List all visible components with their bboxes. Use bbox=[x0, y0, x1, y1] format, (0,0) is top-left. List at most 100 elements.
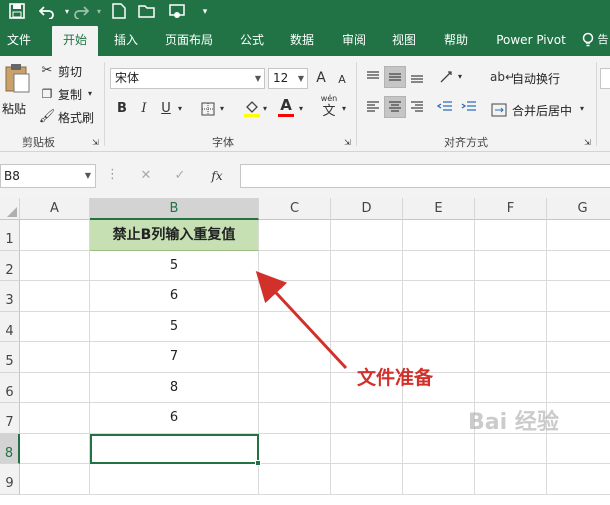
underline-button[interactable]: U bbox=[158, 100, 174, 118]
cell-c5[interactable] bbox=[259, 342, 331, 373]
font-color-button[interactable]: A bbox=[278, 96, 294, 114]
cell-f8[interactable] bbox=[475, 433, 547, 464]
cell-e1[interactable] bbox=[403, 220, 475, 251]
row-header-1[interactable]: 1 bbox=[0, 220, 20, 251]
align-center-button[interactable] bbox=[384, 96, 406, 118]
cell-c1[interactable] bbox=[259, 220, 331, 251]
column-header-c[interactable]: C bbox=[259, 198, 331, 220]
cell-c3[interactable] bbox=[259, 281, 331, 312]
cell-c4[interactable] bbox=[259, 311, 331, 342]
column-header-g[interactable]: G bbox=[547, 198, 610, 220]
enter-icon[interactable]: ✓ bbox=[172, 167, 188, 185]
phonetic-button[interactable]: wén 文 bbox=[318, 94, 340, 120]
tab-formulas[interactable]: 公式 bbox=[234, 24, 270, 56]
copy-dropdown-icon[interactable]: ▾ bbox=[88, 85, 92, 103]
align-left-button[interactable] bbox=[362, 96, 384, 118]
cell-g5[interactable] bbox=[547, 342, 610, 373]
cell-f6[interactable] bbox=[475, 372, 547, 403]
new-file-icon[interactable] bbox=[110, 3, 128, 21]
row-header-2[interactable]: 2 bbox=[0, 250, 20, 281]
name-box[interactable]: B8 ▼ bbox=[0, 164, 96, 188]
cell-g2[interactable] bbox=[547, 251, 610, 281]
paste-button[interactable]: 粘贴 bbox=[2, 62, 32, 122]
cell-f2[interactable] bbox=[475, 250, 547, 281]
redo-icon[interactable] bbox=[72, 3, 90, 21]
cell-a1[interactable] bbox=[20, 220, 90, 251]
align-middle-button[interactable] bbox=[384, 66, 406, 88]
fill-handle[interactable] bbox=[255, 460, 261, 466]
font-size-combo[interactable]: 12 ▼ bbox=[268, 68, 308, 89]
customize-icon[interactable]: ▾ bbox=[196, 3, 214, 21]
tab-data[interactable]: 数据 bbox=[284, 24, 320, 56]
cell-a3[interactable] bbox=[20, 281, 90, 312]
increase-indent-icon[interactable] bbox=[458, 96, 480, 118]
cell-d3[interactable] bbox=[331, 281, 403, 312]
tab-review[interactable]: 审阅 bbox=[336, 24, 372, 56]
cell-d8[interactable] bbox=[331, 433, 403, 464]
cell-g3[interactable] bbox=[547, 281, 610, 312]
cell-b8[interactable] bbox=[90, 433, 259, 464]
cell-b5[interactable]: 7 bbox=[90, 342, 259, 373]
orientation-dropdown-icon[interactable]: ▾ bbox=[458, 68, 462, 86]
borders-icon[interactable] bbox=[200, 100, 216, 122]
cell-a4[interactable] bbox=[20, 311, 90, 342]
formula-input[interactable] bbox=[240, 164, 610, 188]
cancel-icon[interactable]: ✕ bbox=[138, 167, 154, 185]
wrap-text-button[interactable]: ab↵ 自动换行 bbox=[490, 68, 570, 88]
tell-me-icon[interactable] bbox=[578, 24, 598, 56]
alignment-launcher-icon[interactable]: ⇲ bbox=[584, 134, 591, 152]
cell-e2[interactable] bbox=[403, 250, 475, 281]
cell-e3[interactable] bbox=[403, 281, 475, 312]
clipboard-launcher-icon[interactable]: ⇲ bbox=[92, 134, 99, 152]
borders-dropdown-icon[interactable]: ▾ bbox=[220, 100, 224, 118]
align-right-button[interactable] bbox=[406, 96, 428, 118]
row-header-8[interactable]: 8 bbox=[0, 433, 20, 464]
row-header-5[interactable]: 5 bbox=[0, 342, 20, 373]
merge-center-button[interactable]: 合并后居中 ▾ bbox=[490, 100, 594, 120]
row-header-3[interactable]: 3 bbox=[0, 281, 20, 312]
row-header-6[interactable]: 6 bbox=[0, 372, 20, 403]
bold-button[interactable]: B bbox=[114, 100, 130, 118]
grow-font-icon[interactable]: A bbox=[313, 69, 329, 87]
fill-color-icon[interactable] bbox=[242, 99, 262, 123]
tab-help[interactable]: 帮助 bbox=[438, 24, 474, 56]
cell-b1[interactable]: 禁止B列输入重复值 bbox=[90, 220, 259, 251]
shrink-font-icon[interactable]: A bbox=[334, 71, 350, 89]
row-header-4[interactable]: 4 bbox=[0, 311, 20, 342]
tab-page-layout[interactable]: 页面布局 bbox=[158, 24, 220, 56]
undo-icon[interactable] bbox=[38, 3, 56, 21]
insert-function-icon[interactable]: fx bbox=[208, 167, 226, 185]
tab-home[interactable]: 开始 bbox=[52, 26, 98, 56]
cell-c7[interactable] bbox=[259, 403, 331, 434]
cell-b3[interactable]: 6 bbox=[90, 281, 259, 312]
italic-button[interactable]: I bbox=[136, 100, 152, 118]
cell-a7[interactable] bbox=[20, 403, 90, 434]
cell-a5[interactable] bbox=[20, 342, 90, 373]
cell-e7[interactable] bbox=[403, 403, 475, 434]
cell-d7[interactable] bbox=[331, 403, 403, 434]
cell-g6[interactable] bbox=[547, 373, 610, 403]
cell-d4[interactable] bbox=[331, 311, 403, 342]
align-top-button[interactable] bbox=[362, 66, 384, 88]
tab-power-pivot[interactable]: Power Pivot bbox=[490, 24, 572, 56]
touch-mode-icon[interactable] bbox=[168, 3, 186, 21]
orientation-icon[interactable] bbox=[436, 66, 458, 88]
font-launcher-icon[interactable]: ⇲ bbox=[344, 134, 351, 152]
column-header-b[interactable]: B bbox=[90, 198, 259, 220]
cell-f4[interactable] bbox=[475, 311, 547, 342]
cell-g8[interactable] bbox=[547, 434, 610, 464]
format-painter-button[interactable]: 🖌 格式刷 bbox=[38, 108, 98, 126]
cell-d2[interactable] bbox=[331, 250, 403, 281]
cell-f3[interactable] bbox=[475, 281, 547, 312]
font-name-combo[interactable]: 宋体 ▼ bbox=[110, 68, 265, 89]
cell-b4[interactable]: 5 bbox=[90, 311, 259, 342]
column-header-a[interactable]: A bbox=[20, 198, 90, 220]
cell-c6[interactable] bbox=[259, 372, 331, 403]
cell-g1[interactable] bbox=[547, 220, 610, 251]
cell-f1[interactable] bbox=[475, 220, 547, 251]
decrease-indent-icon[interactable] bbox=[434, 96, 456, 118]
redo-dropdown-icon[interactable]: ▾ bbox=[90, 3, 108, 21]
cut-button[interactable]: ✂ 剪切 bbox=[38, 62, 88, 80]
fill-color-dropdown-icon[interactable]: ▾ bbox=[263, 100, 267, 118]
cell-b7[interactable]: 6 bbox=[90, 403, 259, 434]
